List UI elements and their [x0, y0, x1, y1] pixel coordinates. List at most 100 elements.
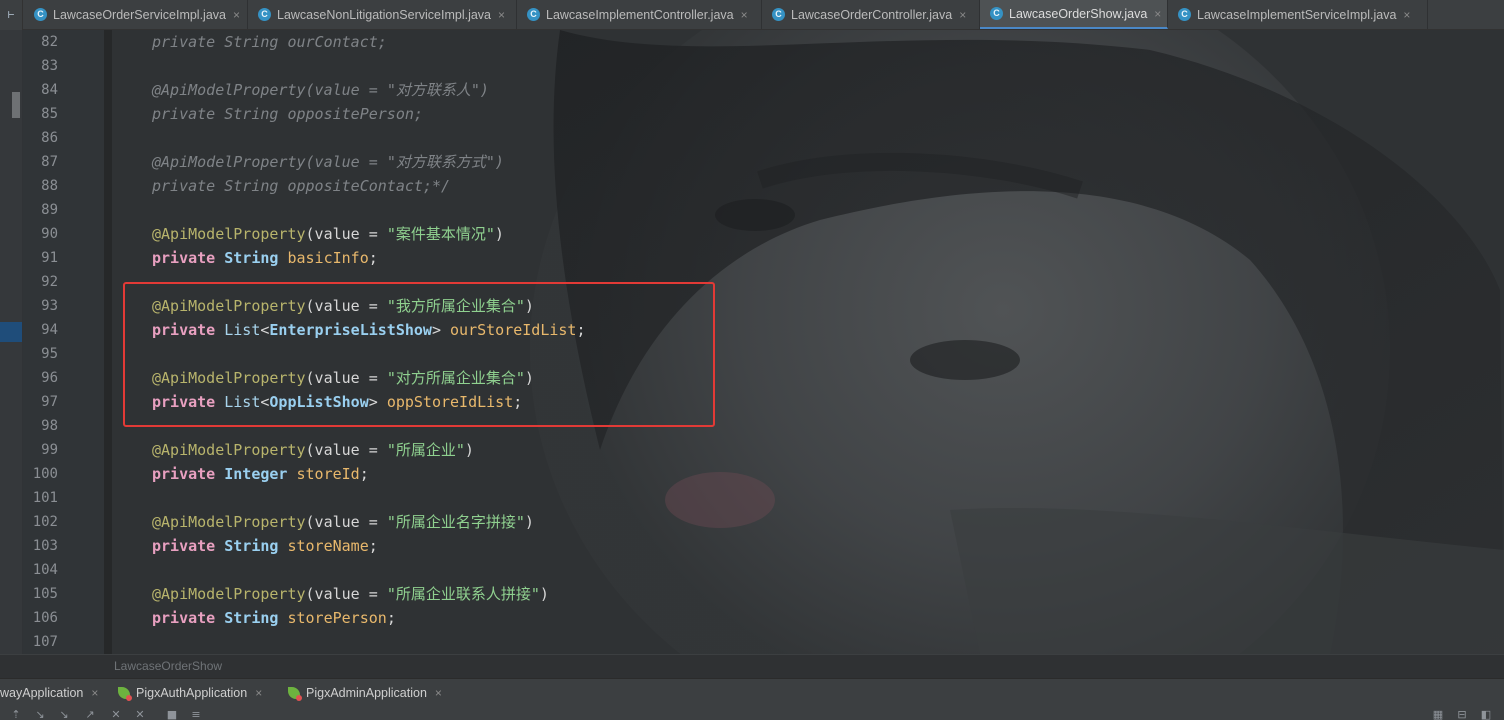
- tab-label: LawcaseOrderController.java: [791, 7, 953, 22]
- minimize-panel-icon[interactable]: ⊟: [1456, 709, 1468, 720]
- code-line-91[interactable]: private String basicInfo;: [152, 246, 378, 270]
- collapse-gutter-icon[interactable]: ⊢: [0, 0, 23, 30]
- align-top-icon[interactable]: ⇡: [10, 709, 22, 720]
- close-icon[interactable]: ×: [1154, 7, 1161, 21]
- line-number: 84: [41, 82, 58, 98]
- tab-lawcase-order-show[interactable]: C LawcaseOrderShow.java ×: [980, 0, 1168, 29]
- code-line-99[interactable]: @ApiModelProperty(value = "所属企业"): [152, 438, 474, 462]
- java-class-icon: C: [34, 8, 47, 21]
- editor-tab-bar: ⊢ C LawcaseOrderServiceImpl.java × C Law…: [0, 0, 1504, 30]
- type-name: String: [224, 33, 279, 51]
- code-editor[interactable]: 82 83 84 85 86 87 88 89 90 91 92 93 94 9…: [0, 30, 1504, 654]
- type-name: String: [224, 249, 279, 267]
- tab-lawcase-order-service-impl[interactable]: C LawcaseOrderServiceImpl.java ×: [24, 0, 248, 29]
- code-line-103[interactable]: private String storeName;: [152, 534, 378, 558]
- code-line-105[interactable]: @ApiModelProperty(value = "所属企业联系人拼接"): [152, 582, 549, 606]
- annotation-args: (value =: [305, 585, 387, 603]
- line-number: 99: [41, 442, 58, 458]
- tab-label: LawcaseOrderShow.java: [1009, 6, 1148, 21]
- close-icon[interactable]: ×: [959, 8, 966, 22]
- tab-lawcase-implement-service-impl[interactable]: C LawcaseImplementServiceImpl.java ×: [1168, 0, 1428, 29]
- code-line-87[interactable]: @ApiModelProperty(value = "对方联系方式"): [152, 150, 504, 174]
- current-line-marker: [0, 322, 22, 342]
- run-tab-bar: wayApplication × PigxAuthApplication × P…: [0, 678, 1504, 706]
- type-name: String: [224, 537, 279, 555]
- tab-lawcase-non-litigation-service-impl[interactable]: C LawcaseNonLitigationServiceImpl.java ×: [248, 0, 517, 29]
- arrow-down-icon[interactable]: ↘: [34, 709, 46, 720]
- close-icon[interactable]: ×: [91, 686, 98, 700]
- keyword: private: [152, 249, 216, 267]
- code-line-82[interactable]: private String ourContact;: [152, 30, 387, 54]
- code-line-100[interactable]: private Integer storeId;: [152, 462, 369, 486]
- field-name: storeId: [296, 465, 360, 483]
- close-icon[interactable]: ×: [233, 8, 240, 22]
- line-number: 92: [41, 274, 58, 290]
- line-number: 106: [32, 610, 58, 626]
- field-name: oppositeContact;*/: [287, 177, 451, 195]
- annotation: @ApiModelProperty: [152, 441, 306, 459]
- tab-label: LawcaseNonLitigationServiceImpl.java: [277, 7, 492, 22]
- tab-lawcase-implement-controller[interactable]: C LawcaseImplementController.java ×: [517, 0, 762, 29]
- breadcrumb: LawcaseOrderShow: [0, 654, 1504, 678]
- breadcrumb-class[interactable]: LawcaseOrderShow: [114, 659, 222, 673]
- string-literal: "所属企业联系人拼接": [386, 585, 540, 603]
- keyword: private: [152, 33, 216, 51]
- run-tab-pigx-admin[interactable]: PigxAdminApplication ×: [288, 679, 442, 706]
- line-number: 105: [32, 586, 58, 602]
- keyword: private: [152, 105, 216, 123]
- annotation-args: (value =: [305, 513, 387, 531]
- line-number: 96: [41, 370, 58, 386]
- annotation-args-close: ): [494, 153, 504, 171]
- field-name: storePerson: [287, 609, 387, 627]
- tab-lawcase-order-controller[interactable]: C LawcaseOrderController.java ×: [762, 0, 980, 29]
- wrap-icon[interactable]: ≡: [190, 709, 202, 720]
- run-tab-gateway[interactable]: wayApplication ×: [0, 679, 98, 706]
- tab-label: LawcaseImplementController.java: [546, 7, 734, 22]
- run-tab-pigx-auth[interactable]: PigxAuthApplication ×: [118, 679, 262, 706]
- line-number: 104: [32, 562, 58, 578]
- keyword: private: [152, 609, 216, 627]
- line-number: 94: [41, 322, 58, 338]
- annotation-args-close: ): [464, 441, 474, 459]
- layout-icon[interactable]: ▦: [1432, 709, 1444, 720]
- cross-icon[interactable]: ✕: [110, 709, 122, 720]
- code-line-88[interactable]: private String oppositeContact;*/: [152, 174, 450, 198]
- close-icon[interactable]: ×: [255, 686, 262, 700]
- run-tab-label: PigxAuthApplication: [136, 685, 248, 700]
- line-number: 107: [32, 634, 58, 650]
- semicolon: ;: [386, 609, 396, 627]
- stop-icon[interactable]: ■: [166, 709, 178, 720]
- line-number: 86: [41, 130, 58, 146]
- code-line-85[interactable]: private String oppositePerson;: [152, 102, 423, 126]
- line-number: 87: [41, 154, 58, 170]
- highlight-box: [123, 282, 715, 427]
- restore-panel-icon[interactable]: ◧: [1480, 709, 1492, 720]
- code-line-90[interactable]: @ApiModelProperty(value = "案件基本情况"): [152, 222, 504, 246]
- spring-boot-icon: [118, 686, 132, 701]
- close-icon[interactable]: ×: [498, 8, 505, 22]
- annotation-args: (value =: [305, 81, 387, 99]
- code-line-84[interactable]: @ApiModelProperty(value = "对方联系人"): [152, 78, 489, 102]
- close-icon[interactable]: ×: [1403, 8, 1410, 22]
- annotation-args-close: ): [524, 513, 534, 531]
- arrow-up-right-icon[interactable]: ↗: [84, 709, 96, 720]
- fold-strip: [104, 30, 112, 654]
- field-name: oppositePerson;: [287, 105, 423, 123]
- code-line-106[interactable]: private String storePerson;: [152, 606, 396, 630]
- semicolon: ;: [368, 249, 378, 267]
- close-icon[interactable]: ×: [435, 686, 442, 700]
- line-number: 85: [41, 106, 58, 122]
- line-number: 93: [41, 298, 58, 314]
- arrow-down-right-icon[interactable]: ↘: [58, 709, 70, 720]
- keyword: private: [152, 537, 216, 555]
- annotation-args: (value =: [305, 225, 387, 243]
- annotation: @ApiModelProperty: [152, 585, 306, 603]
- cross-icon[interactable]: ✕: [134, 709, 146, 720]
- code-line-102[interactable]: @ApiModelProperty(value = "所属企业名字拼接"): [152, 510, 534, 534]
- line-number: 97: [41, 394, 58, 410]
- annotation-args: (value =: [305, 441, 387, 459]
- java-class-icon: C: [1178, 8, 1191, 21]
- java-class-icon: C: [527, 8, 540, 21]
- close-icon[interactable]: ×: [741, 8, 748, 22]
- run-tab-label: PigxAdminApplication: [306, 685, 427, 700]
